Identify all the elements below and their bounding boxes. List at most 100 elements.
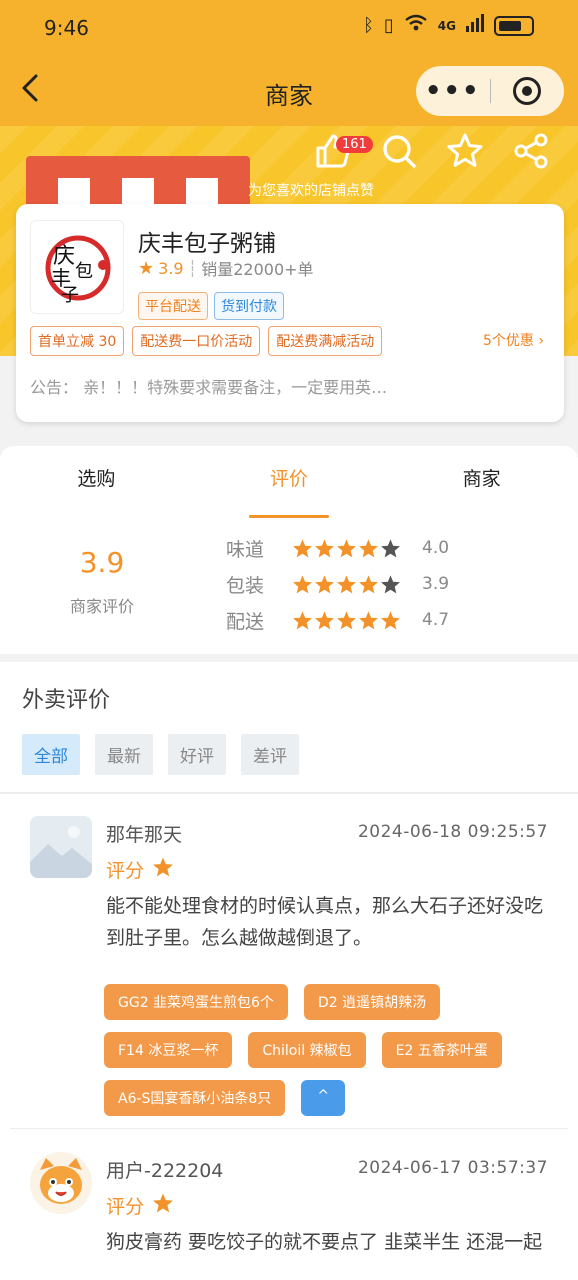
star-icon xyxy=(152,856,174,883)
review-divider xyxy=(10,1128,568,1129)
filter-positive[interactable]: 好评 xyxy=(168,734,226,775)
tab-merchant[interactable]: 商家 xyxy=(385,464,578,504)
filled-star-icon xyxy=(359,574,378,593)
battery-icon xyxy=(494,15,534,36)
tab-reviews[interactable]: 评价 xyxy=(193,464,386,518)
filled-star-icon xyxy=(293,610,312,629)
star-icon[interactable] xyxy=(446,132,484,170)
status-icons: ᛒ ▯ 4G xyxy=(363,14,534,37)
tab-order[interactable]: 选购 xyxy=(0,464,193,504)
filter-latest[interactable]: 最新 xyxy=(95,734,153,775)
shop-notice[interactable]: 公告： 亲！！！特殊要求需要备注，一定要用英… xyxy=(30,374,460,398)
review-date: 2024-06-18 09:25:57 xyxy=(357,822,548,842)
rating-label: 评分 xyxy=(106,1196,145,1218)
filled-star-icon xyxy=(359,610,378,629)
dish-tag[interactable]: GG2 韭菜鸡蛋生煎包6个 xyxy=(104,984,288,1020)
like-hint: 为您喜欢的店铺点赞 xyxy=(248,183,374,199)
filled-star-icon xyxy=(293,538,312,557)
rating-label: 评分 xyxy=(106,860,145,882)
rating-row-taste: 味道 4.0 xyxy=(226,530,449,566)
rating-row-delivery: 配送 4.7 xyxy=(226,602,449,638)
filled-star-icon xyxy=(337,574,356,593)
chevron-right-icon: › xyxy=(538,333,544,349)
review-text: 狗皮膏药 要吃饺子的就不要点了 韭菜半生 还混一起 xyxy=(106,1231,543,1253)
reviews-section: 外卖评价 全部 最新 好评 差评 那年那天 2024-06-18 09:25:5… xyxy=(0,662,578,1280)
ordered-dishes: GG2 韭菜鸡蛋生煎包6个 D2 逍遥镇胡辣汤 F14 冰豆浆一杯 Chiloi… xyxy=(104,984,554,1116)
merchant-page: 9:46 ᛒ ▯ 4G 商家 ••• 161 为您喜欢的店铺点赞 庆 丰 包 子… xyxy=(0,0,578,1280)
review-rating: 评分 xyxy=(106,1192,174,1219)
tab-bar: 选购 评价 商家 xyxy=(0,464,578,518)
share-icon[interactable] xyxy=(512,132,550,170)
close-mini-program-button[interactable] xyxy=(491,77,565,105)
promo-fee-discount[interactable]: 配送费满减活动 xyxy=(268,326,383,356)
tag-cash-on-delivery: 货到付款 xyxy=(214,292,284,320)
shop-name: 庆丰包子粥铺 xyxy=(138,231,276,257)
dish-tag[interactable]: Chiloil 辣椒包 xyxy=(248,1032,366,1068)
shop-sales: 销量22000+单 xyxy=(201,260,314,279)
more-dots-icon[interactable]: ••• xyxy=(416,76,490,106)
rating-label: 配送 xyxy=(226,610,265,633)
status-bar: 9:46 ᛒ ▯ 4G xyxy=(0,0,578,58)
wifi-icon xyxy=(404,14,428,37)
filled-star-icon xyxy=(337,538,356,557)
bluetooth-icon: ᛒ xyxy=(363,15,374,36)
empty-star-icon xyxy=(381,574,400,593)
filter-negative[interactable]: 差评 xyxy=(241,734,299,775)
vibrate-icon: ▯ xyxy=(383,15,394,36)
signal-bars-icon xyxy=(466,14,484,37)
review-user-name: 那年那天 xyxy=(106,824,183,846)
target-icon xyxy=(513,77,542,105)
search-icon[interactable] xyxy=(380,132,418,170)
promo-more-label: 5个优惠 xyxy=(483,333,534,349)
promo-more-link[interactable]: 5个优惠 › xyxy=(483,330,544,350)
review-text: 能不能处理食材的时候认真点，那么大石子还好没吃到肚子里。怎么越做越倒退了。 xyxy=(106,895,544,949)
dish-tag[interactable]: E2 五香茶叶蛋 xyxy=(381,1032,502,1068)
svg-text:子: 子 xyxy=(61,285,79,306)
promo-fixed-fee[interactable]: 配送费一口价活动 xyxy=(132,326,261,356)
promo-row: 首单立减 30 配送费一口价活动 配送费满减活动 xyxy=(30,326,383,356)
review-user-name: 用户-222204 xyxy=(106,1160,224,1182)
shop-tags: 平台配送 货到付款 xyxy=(138,292,284,320)
dish-tag[interactable]: A6-S国宴香酥小油条8只 xyxy=(104,1080,286,1116)
notice-label: 公告： xyxy=(30,378,79,397)
filled-star-icon xyxy=(315,538,334,557)
dish-tag[interactable]: D2 逍遥镇胡辣汤 xyxy=(303,984,441,1020)
star-rating xyxy=(292,610,422,631)
collapse-button[interactable]: ^ xyxy=(301,1080,346,1116)
shop-score: 3.9 xyxy=(158,258,184,278)
section-divider xyxy=(0,792,578,794)
rating-label: 包装 xyxy=(226,574,265,597)
star-rating xyxy=(292,574,422,595)
filled-star-icon xyxy=(315,574,334,593)
overall-label: 商家评价 xyxy=(69,597,134,616)
shop-info-card: 庆 丰 包 子 庆丰包子粥铺 ★ 3.9 ┆ 销量22000+单 平台配送 货到… xyxy=(16,204,564,422)
overall-score: 3.9 xyxy=(79,546,125,579)
reviews-title: 外卖评价 xyxy=(22,688,111,713)
avatar[interactable] xyxy=(30,816,92,878)
filled-star-icon xyxy=(293,574,312,593)
star-icon xyxy=(152,1192,174,1219)
promo-first-order[interactable]: 首单立减 30 xyxy=(30,326,125,356)
empty-star-icon xyxy=(381,538,400,557)
rating-value: 4.0 xyxy=(422,538,450,558)
shop-logo: 庆 丰 包 子 xyxy=(30,220,124,314)
avatar[interactable] xyxy=(30,1152,92,1214)
tag-platform-delivery: 平台配送 xyxy=(138,292,208,320)
filled-star-icon xyxy=(315,610,334,629)
meta-divider: ┆ xyxy=(187,258,198,278)
rating-value: 4.7 xyxy=(422,610,450,630)
dish-tag[interactable]: F14 冰豆浆一杯 xyxy=(104,1032,233,1068)
star-icon: ★ xyxy=(138,257,155,279)
star-rating xyxy=(292,538,422,559)
rating-value: 3.9 xyxy=(422,574,450,594)
mini-program-capsule: ••• xyxy=(416,66,564,116)
review-date: 2024-06-17 03:57:37 xyxy=(357,1158,548,1178)
filter-all[interactable]: 全部 xyxy=(22,734,80,775)
filled-star-icon xyxy=(359,538,378,557)
rating-breakdown: 味道 4.0 包装 3.9 配送 4.7 xyxy=(226,530,449,638)
overall-rating: 3.9 商家评价 xyxy=(50,546,154,617)
like-count-badge: 161 xyxy=(336,136,373,153)
rating-label: 味道 xyxy=(226,538,265,561)
filled-star-icon xyxy=(381,610,400,629)
nav-bar: 商家 ••• xyxy=(0,58,578,126)
